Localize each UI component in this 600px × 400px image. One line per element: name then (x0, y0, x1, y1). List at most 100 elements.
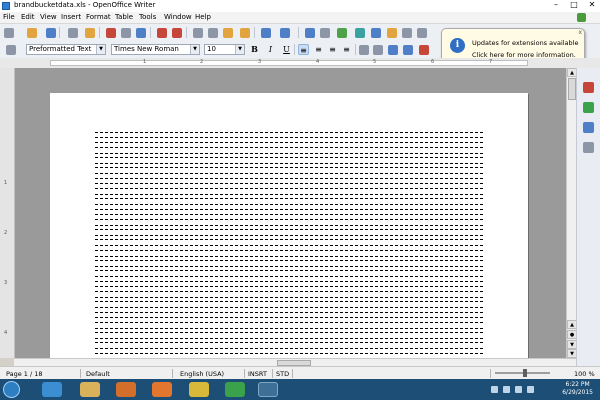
document-line (95, 193, 483, 200)
cut-icon[interactable] (193, 28, 203, 38)
chevron-down-icon[interactable]: ▼ (96, 45, 105, 54)
page-style[interactable]: Default (86, 370, 110, 378)
email-document-icon[interactable] (68, 28, 78, 38)
copy-icon[interactable] (208, 28, 218, 38)
align-right-icon[interactable]: ≡ (327, 44, 338, 55)
scroll-thumb[interactable] (568, 78, 576, 100)
update-available-icon[interactable] (577, 13, 586, 22)
font-size-select[interactable]: 10 ▼ (204, 44, 245, 55)
file-explorer-icon[interactable] (80, 382, 100, 397)
menu-window[interactable]: Window (164, 13, 192, 21)
page-preview-icon[interactable] (136, 28, 146, 38)
menu-format[interactable]: Format (86, 13, 111, 21)
minimize-button[interactable]: – (550, 0, 562, 9)
bullets-icon[interactable] (373, 45, 383, 55)
openoffice-writer-icon[interactable] (258, 382, 278, 397)
menu-bar: File Edit View Insert Format Table Tools… (0, 12, 600, 24)
menu-insert[interactable]: Insert (61, 13, 81, 21)
align-center-icon[interactable]: ≡ (313, 44, 324, 55)
document-line (95, 337, 483, 344)
table-icon[interactable] (320, 28, 330, 38)
ruler-number: 7 (489, 59, 493, 65)
firefox-icon[interactable] (152, 382, 172, 397)
new-document-icon[interactable] (4, 28, 14, 38)
openoffice-calc-icon[interactable] (225, 382, 245, 397)
underline-button[interactable]: U (281, 44, 292, 55)
internet-explorer-icon[interactable] (42, 382, 62, 397)
page-count[interactable]: Page 1 / 18 (6, 370, 43, 378)
undo-icon[interactable] (261, 28, 271, 38)
volume-icon[interactable] (527, 386, 534, 393)
chevron-down-icon[interactable]: ▼ (235, 45, 244, 54)
document-line (95, 307, 483, 313)
navigator-icon[interactable] (583, 142, 594, 153)
network-icon[interactable] (515, 386, 522, 393)
bold-button[interactable]: B (249, 44, 260, 55)
document-line (95, 162, 483, 169)
right-sidebar (576, 68, 600, 366)
export-pdf-icon[interactable] (106, 28, 116, 38)
document-line (95, 234, 483, 241)
document-line (95, 142, 483, 148)
tray-icon[interactable] (503, 386, 510, 393)
paragraph-style-select[interactable]: Preformatted Text ▼ (26, 44, 106, 55)
menu-help[interactable]: Help (195, 13, 211, 21)
save-icon[interactable] (46, 28, 56, 38)
zoom-slider-handle[interactable] (523, 369, 527, 377)
menu-view[interactable]: View (40, 13, 57, 21)
gallery-icon[interactable] (387, 28, 397, 38)
edit-file-icon[interactable] (85, 28, 95, 38)
ruler-strip (50, 60, 528, 66)
align-left-icon[interactable]: ≡ (298, 44, 309, 55)
menu-file[interactable]: File (3, 13, 15, 21)
menu-tools[interactable]: Tools (139, 13, 156, 21)
find-replace-icon[interactable] (355, 28, 365, 38)
language[interactable]: English (USA) (180, 370, 224, 378)
redo-icon[interactable] (280, 28, 290, 38)
justify-icon[interactable]: ≡ (341, 44, 352, 55)
menu-table[interactable]: Table (115, 13, 133, 21)
font-color-icon[interactable] (419, 45, 429, 55)
zoom-level[interactable]: 100 % (574, 370, 595, 378)
gallery-icon[interactable] (583, 122, 594, 133)
menu-edit[interactable]: Edit (21, 13, 35, 21)
document-text-area[interactable] (95, 132, 483, 356)
styles-icon[interactable] (583, 102, 594, 113)
maximize-button[interactable]: □ (568, 0, 580, 9)
increase-indent-icon[interactable] (403, 45, 413, 55)
document-line (95, 296, 483, 303)
open-folder-icon[interactable] (27, 28, 37, 38)
ruler-number: 1 (143, 59, 147, 65)
font-name-select[interactable]: Times New Roman ▼ (111, 44, 200, 55)
vertical-ruler[interactable]: 1 2 3 4 (0, 68, 15, 358)
clone-formatting-icon[interactable] (240, 28, 250, 38)
properties-icon[interactable] (583, 82, 594, 93)
navigator-icon[interactable] (371, 28, 381, 38)
close-button[interactable]: ✕ (586, 0, 598, 9)
close-icon[interactable]: x (578, 29, 582, 36)
chevron-down-icon[interactable]: ▼ (190, 45, 199, 54)
selection-mode[interactable]: STD (276, 370, 289, 378)
hyperlink-icon[interactable] (305, 28, 315, 38)
tray-icon[interactable] (491, 386, 498, 393)
document-line (95, 327, 483, 334)
media-player-icon[interactable] (116, 382, 136, 397)
chrome-icon[interactable] (189, 382, 209, 397)
decrease-indent-icon[interactable] (388, 45, 398, 55)
clock[interactable]: 6:22 PM 6/29/2015 (562, 381, 593, 397)
show-draw-functions-icon[interactable] (337, 28, 347, 38)
insert-mode[interactable]: INSRT (248, 370, 267, 378)
nonprinting-characters-icon[interactable] (417, 28, 427, 38)
document-line (95, 245, 483, 251)
numbering-icon[interactable] (359, 45, 369, 55)
data-sources-icon[interactable] (402, 28, 412, 38)
styles-formatting-icon[interactable] (6, 45, 16, 55)
start-button[interactable] (3, 381, 20, 398)
paste-icon[interactable] (223, 28, 233, 38)
spellcheck-icon[interactable] (157, 28, 167, 38)
notification-title: Updates for extensions available (472, 39, 579, 47)
autospellcheck-icon[interactable] (172, 28, 182, 38)
ruler-number: 4 (316, 59, 320, 65)
print-icon[interactable] (121, 28, 131, 38)
italic-button[interactable]: I (265, 44, 276, 55)
